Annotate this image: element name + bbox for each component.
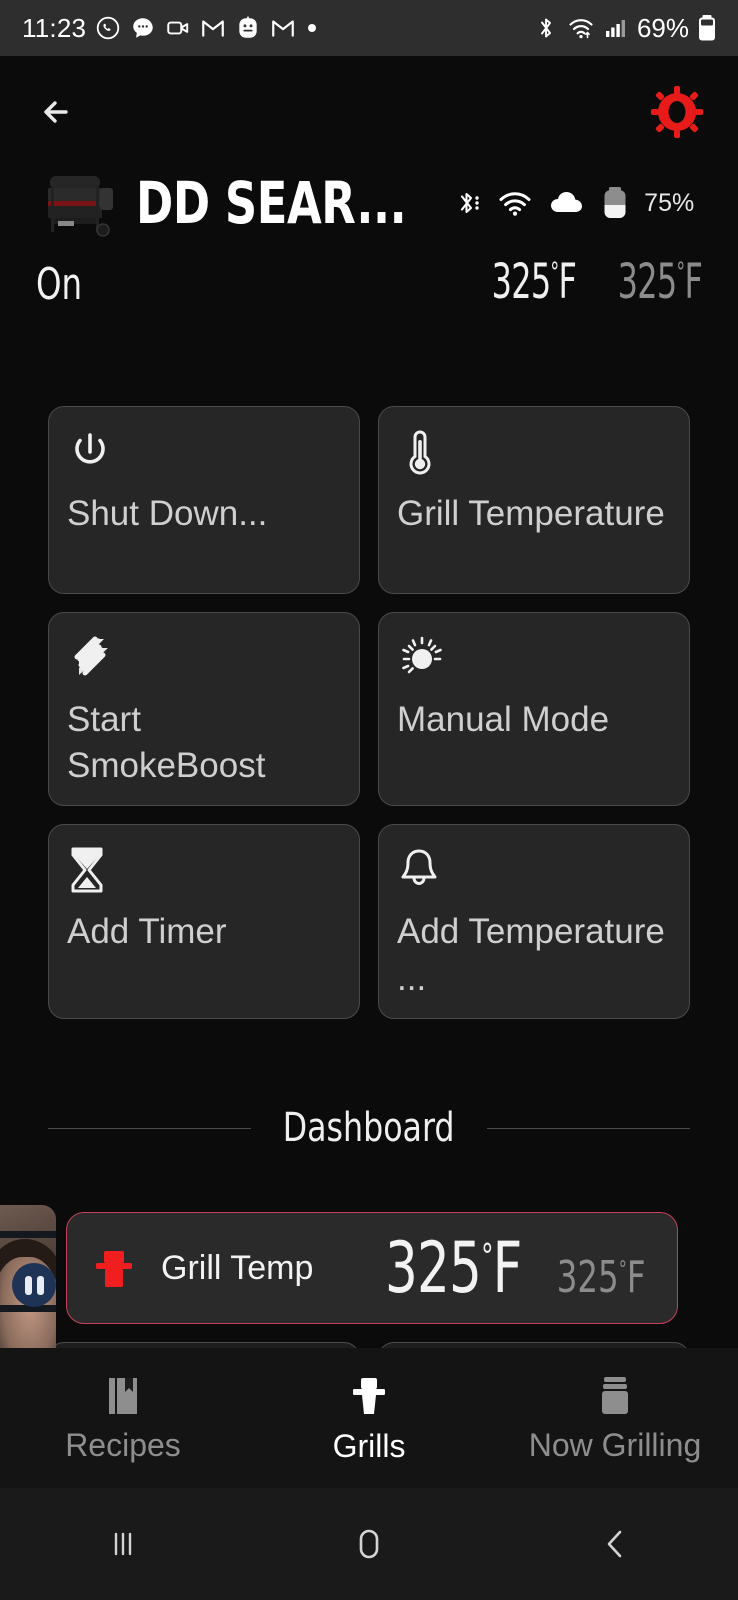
grill-temp-label: Grill Temp (161, 1248, 314, 1287)
gmail-icon (200, 15, 226, 41)
grill-icon (345, 1372, 393, 1420)
grill-target-temp: 325°F (617, 254, 703, 310)
dot-icon (305, 21, 319, 35)
add-temperature-alarm-label: Add Temperature ... (397, 912, 665, 998)
grill-header: DD SEAR... 75% On 325°F 325°F (0, 166, 738, 310)
add-timer-card[interactable]: Add Timer (48, 824, 360, 1019)
video-camera-icon (165, 15, 191, 41)
android-status-bar: 11:23 69% (0, 0, 738, 56)
grill-connectivity-icons: 75% (456, 186, 694, 220)
snapchat-icon (235, 15, 261, 41)
grill-temp-row[interactable]: Grill Temp 325°F 325°F (66, 1212, 678, 1324)
app-screen: 11:23 69% DD SEAR... 75% On 325°F 325°F … (0, 0, 738, 1600)
recents-icon[interactable] (0, 1524, 246, 1564)
status-bar-left: 11:23 (22, 13, 319, 44)
smoke-icon (67, 633, 341, 683)
start-smokeboost-card[interactable]: Start SmokeBoost (48, 612, 360, 807)
android-system-nav (0, 1488, 738, 1600)
grill-title-row: DD SEAR... 75% (36, 166, 702, 240)
power-icon (67, 427, 341, 477)
start-smokeboost-label: Start SmokeBoost (67, 700, 266, 786)
hourglass-icon (67, 845, 341, 895)
nav-label-recipes: Recipes (65, 1426, 181, 1463)
bluetooth-icon (456, 188, 482, 218)
thermometer-icon (397, 427, 671, 477)
nav-label-now-grilling: Now Grilling (528, 1426, 702, 1463)
back-icon[interactable] (492, 1523, 738, 1565)
add-temperature-alarm-card[interactable]: Add Temperature ... (378, 824, 690, 1019)
grill-battery-percent: 75% (644, 188, 695, 217)
divider-left (48, 1127, 252, 1129)
grill-icon (85, 1239, 143, 1297)
add-timer-label: Add Timer (67, 912, 227, 952)
dashboard-section-header: Dashboard (48, 1105, 690, 1151)
grill-temperature-label: Grill Temperature (397, 494, 665, 533)
grill-name: DD SEAR... (136, 169, 407, 237)
sun-icon (397, 633, 671, 683)
grill-current-temp: 325°F (491, 254, 576, 310)
grill-temp-target: 325°F (556, 1252, 646, 1303)
battery-percent-label: 69% (636, 12, 689, 43)
nav-item-recipes[interactable]: Recipes (0, 1373, 246, 1464)
grill-temp-value: 325°F (385, 1227, 522, 1309)
grill-product-thumbnail (36, 166, 122, 240)
stack-icon (593, 1373, 637, 1419)
pip-top-bar (0, 1231, 56, 1238)
grill-temp-row-right: 325°F 325°F (370, 1227, 655, 1309)
gmail-icon (270, 15, 296, 41)
status-bar-right: 69% (534, 13, 716, 44)
divider-right (486, 1127, 690, 1129)
pause-icon[interactable] (12, 1263, 56, 1307)
nav-item-grills[interactable]: Grills (246, 1372, 492, 1465)
dashboard-title: Dashboard (283, 1105, 455, 1151)
whatsapp-icon (95, 15, 121, 41)
grill-temp-row-left: Grill Temp (85, 1239, 313, 1297)
bottom-navigation-bar: Recipes Grills Now Grilling (0, 1348, 738, 1488)
status-bar-clock: 11:23 (22, 12, 87, 43)
nav-item-now-grilling[interactable]: Now Grilling (492, 1373, 738, 1464)
nav-label-grills: Grills (332, 1427, 406, 1464)
wifi-icon (567, 15, 595, 41)
bluetooth-icon (534, 15, 558, 41)
messages-icon (130, 15, 156, 41)
shut-down-card[interactable]: Shut Down... (48, 406, 360, 594)
shut-down-label: Shut Down... (67, 494, 268, 533)
grill-temperature-card[interactable]: Grill Temperature (378, 406, 690, 594)
battery-icon (698, 14, 716, 42)
app-top-bar (0, 56, 738, 168)
bell-icon (397, 845, 671, 895)
action-card-grid: Shut Down... Grill Temperature Start Smo… (48, 406, 690, 1019)
cellular-signal-icon (604, 15, 628, 41)
cloud-icon (548, 189, 586, 217)
book-icon (101, 1373, 145, 1419)
wifi-icon (498, 189, 532, 217)
grill-status-row: On 325°F 325°F (36, 254, 703, 310)
back-button[interactable] (34, 89, 80, 135)
dashboard-rows: Grill Temp 325°F 325°F (66, 1212, 678, 1324)
battery-icon (602, 186, 628, 220)
manual-mode-card[interactable]: Manual Mode (378, 612, 690, 807)
grill-temp-readout: 325°F 325°F (462, 254, 702, 310)
settings-gear-icon[interactable] (650, 85, 704, 139)
manual-mode-label: Manual Mode (397, 700, 610, 739)
home-icon[interactable] (246, 1523, 492, 1565)
grill-power-status: On (36, 259, 83, 310)
